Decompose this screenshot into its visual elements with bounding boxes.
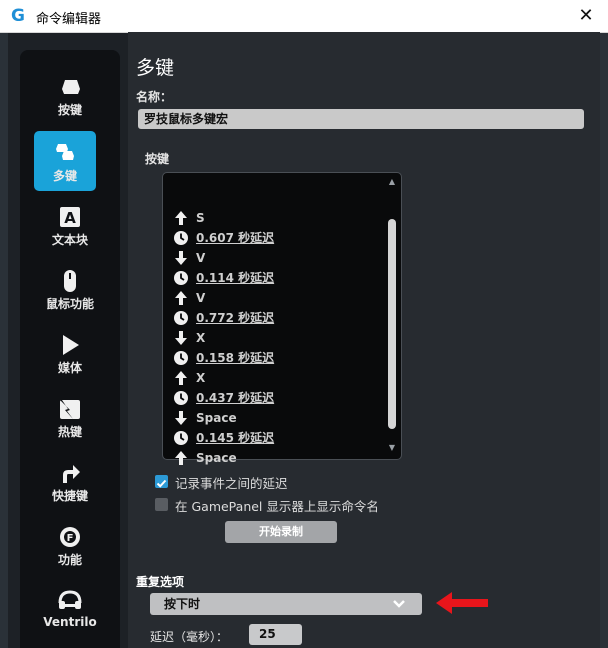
repeat-options-label: 重复选项 (136, 575, 185, 589)
svg-text:F: F (67, 533, 74, 544)
record-delays-checkbox[interactable] (155, 475, 168, 488)
annotation-arrow-icon (436, 592, 488, 614)
clock-icon (174, 271, 188, 285)
delay-event-row[interactable]: 0.437 秒延迟 (173, 388, 373, 408)
key-up-arrow-icon (175, 211, 187, 225)
event-text: S (196, 211, 205, 225)
sidebar-item-function[interactable]: F 功能 (26, 515, 114, 575)
hotkey-icon (60, 400, 80, 419)
sidebar-item-keystroke[interactable]: 按键 (26, 65, 114, 125)
key-event-row[interactable]: S (173, 208, 373, 228)
record-delays-label: 记录事件之间的延迟 (175, 476, 288, 491)
key-up-arrow-icon (175, 291, 187, 305)
delay-event-row[interactable]: 0.114 秒延迟 (173, 268, 373, 288)
event-text: 0.437 秒延迟 (196, 391, 275, 405)
key-event-row[interactable]: Space (173, 408, 373, 428)
key-up-arrow-icon (175, 451, 187, 465)
page-title: 多键 (136, 57, 175, 79)
sidebar-item-shortcut[interactable]: 快捷键 (26, 451, 114, 511)
clock-icon (174, 351, 188, 365)
keys-label: 按键 (145, 152, 170, 166)
sidebar-item-media[interactable]: 媒体 (26, 323, 114, 383)
event-text: V (196, 291, 206, 305)
sidebar-item-label: 热键 (57, 425, 82, 439)
sidebar-item-multikey[interactable]: 多键 (34, 131, 96, 191)
text-block-icon: A (60, 207, 80, 227)
sidebar: 按键 多键 A 文本块 鼠标功能 媒体 热键 快捷键 F 功能 Ventrilo (20, 50, 120, 648)
clock-icon (174, 391, 188, 405)
scrollbar[interactable]: ▲ ▼ (387, 177, 397, 453)
key-event-row[interactable]: Space (173, 448, 373, 468)
play-icon (63, 335, 79, 355)
delay-input[interactable]: 25 (249, 624, 302, 645)
sidebar-item-label: 媒体 (57, 361, 82, 375)
sidebar-item-text-block[interactable]: A 文本块 (26, 195, 114, 255)
background-strip-right (600, 32, 608, 648)
sidebar-item-label: 鼠标功能 (45, 297, 94, 311)
key-down-arrow-icon (175, 331, 187, 345)
logitech-g-logo: G (11, 6, 25, 26)
event-text: 0.145 秒延迟 (196, 431, 275, 445)
event-text: X (196, 371, 206, 385)
delay-event-row[interactable]: 0.158 秒延迟 (173, 348, 373, 368)
mouse-icon (64, 270, 76, 292)
close-button[interactable]: ✕ (576, 6, 596, 26)
keystroke-list[interactable]: S 0.607 秒延迟 V 0.114 秒延迟 V 0.772 秒延迟 X 0.158 秒延迟… (162, 172, 402, 465)
sidebar-item-label: 多键 (52, 169, 77, 183)
title-bar: G 命令编辑器 ✕ (0, 0, 608, 33)
delay-event-row[interactable]: 0.772 秒延迟 (173, 308, 373, 328)
delay-event-row[interactable]: 0.145 秒延迟 (173, 428, 373, 448)
event-text: 0.158 秒延迟 (196, 351, 275, 365)
delay-label: 延迟（毫秒）： (150, 630, 229, 644)
event-text: 0.772 秒延迟 (196, 311, 275, 325)
keycap-icon (62, 80, 80, 94)
clock-icon (174, 231, 188, 245)
event-text: 0.607 秒延迟 (196, 231, 275, 245)
key-down-arrow-icon (175, 411, 187, 425)
key-up-arrow-icon (175, 371, 187, 385)
key-down-arrow-icon (175, 251, 187, 265)
event-text: Space (196, 411, 237, 425)
key-event-row[interactable]: V (173, 248, 373, 268)
shortcut-arrow-icon (63, 465, 80, 483)
name-label: 名称： (136, 90, 173, 104)
sidebar-item-label: Ventrilo (43, 615, 97, 629)
key-event-row[interactable]: X (173, 328, 373, 348)
event-text: 0.114 秒延迟 (196, 271, 275, 285)
scroll-up-icon[interactable]: ▲ (387, 177, 397, 187)
scrollbar-thumb[interactable] (388, 219, 396, 429)
delay-event-row[interactable]: 0.607 秒延迟 (173, 228, 373, 248)
multikey-icon (56, 144, 74, 160)
editor-panel: 多键 名称： 罗技鼠标多键宏 按键 S 0.607 秒延迟 V 0.114 秒延迟 V 0… (128, 32, 600, 648)
repeat-selected-value: 按下时 (164, 597, 201, 611)
name-input[interactable]: 罗技鼠标多键宏 (138, 109, 584, 129)
show-name-label: 在 GamePanel 显示器上显示命令名 (175, 499, 379, 514)
event-text: Space (196, 451, 237, 465)
event-text: V (196, 251, 206, 265)
sidebar-item-hotkey[interactable]: 热键 (26, 387, 114, 447)
svg-text:A: A (64, 209, 76, 227)
function-icon: F (60, 527, 80, 547)
checkmark-icon (156, 479, 167, 488)
sidebar-item-label: 按键 (57, 103, 82, 117)
sidebar-item-label: 功能 (57, 553, 82, 567)
window-title: 命令编辑器 (36, 12, 102, 27)
scroll-down-icon[interactable]: ▼ (387, 443, 397, 453)
clock-icon (174, 311, 188, 325)
clock-icon (174, 431, 188, 445)
start-recording-button[interactable]: 开始录制 (225, 521, 337, 543)
sidebar-item-ventrilo[interactable]: Ventrilo (26, 579, 114, 639)
sidebar-item-label: 快捷键 (51, 489, 88, 503)
background-strip-left (0, 32, 8, 648)
headset-icon (58, 590, 82, 609)
event-text: X (196, 331, 206, 345)
sidebar-item-label: 文本块 (51, 233, 88, 247)
key-event-row[interactable]: X (173, 368, 373, 388)
sidebar-item-mouse[interactable]: 鼠标功能 (26, 259, 114, 319)
repeat-options-select[interactable]: 按下时 (150, 593, 422, 615)
key-event-row[interactable]: V (173, 288, 373, 308)
show-name-checkbox[interactable] (155, 498, 168, 511)
chevron-down-icon (393, 600, 405, 608)
